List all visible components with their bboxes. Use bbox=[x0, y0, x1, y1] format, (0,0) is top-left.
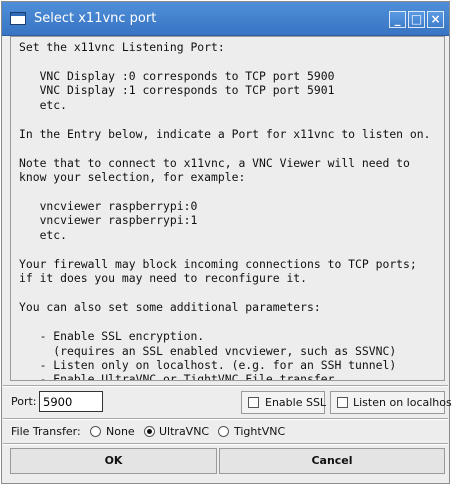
cancel-button[interactable]: Cancel bbox=[219, 448, 445, 474]
port-label: Port: bbox=[11, 395, 37, 408]
divider bbox=[3, 418, 448, 420]
close-button[interactable]: × bbox=[427, 11, 444, 28]
info-text-pane[interactable]: Set the x11vnc Listening Port: VNC Displ… bbox=[10, 36, 445, 381]
localhost-label: Listen on localhost bbox=[353, 396, 452, 409]
radio-ultravnc[interactable] bbox=[144, 426, 155, 437]
listen-localhost-checkbox[interactable]: Listen on localhost bbox=[330, 391, 452, 414]
divider bbox=[3, 385, 448, 387]
select-port-dialog: Select x11vnc port _ □ × Set the x11vnc … bbox=[1, 1, 452, 484]
file-transfer-label: File Transfer: bbox=[11, 425, 81, 438]
radio-ultravnc-label[interactable]: UltraVNC bbox=[159, 425, 209, 439]
window-title: Select x11vnc port bbox=[34, 11, 157, 26]
radio-tightvnc-label[interactable]: TightVNC bbox=[234, 425, 285, 439]
divider bbox=[3, 443, 448, 445]
minimize-button[interactable]: _ bbox=[389, 11, 406, 28]
radio-none[interactable] bbox=[90, 426, 101, 437]
maximize-button[interactable]: □ bbox=[408, 11, 425, 28]
ssl-label: Enable SSL bbox=[265, 396, 327, 409]
window-icon bbox=[10, 12, 26, 25]
radio-tightvnc[interactable] bbox=[218, 426, 229, 437]
localhost-check-box[interactable] bbox=[337, 397, 348, 408]
port-input[interactable] bbox=[39, 391, 103, 412]
enable-ssl-checkbox[interactable]: Enable SSL bbox=[241, 391, 327, 414]
title-bar[interactable]: Select x11vnc port _ □ × bbox=[2, 2, 449, 36]
ok-button[interactable]: OK bbox=[10, 448, 217, 474]
ssl-check-box[interactable] bbox=[248, 397, 259, 408]
radio-none-label[interactable]: None bbox=[106, 425, 135, 439]
info-text: Set the x11vnc Listening Port: VNC Displ… bbox=[19, 40, 431, 381]
